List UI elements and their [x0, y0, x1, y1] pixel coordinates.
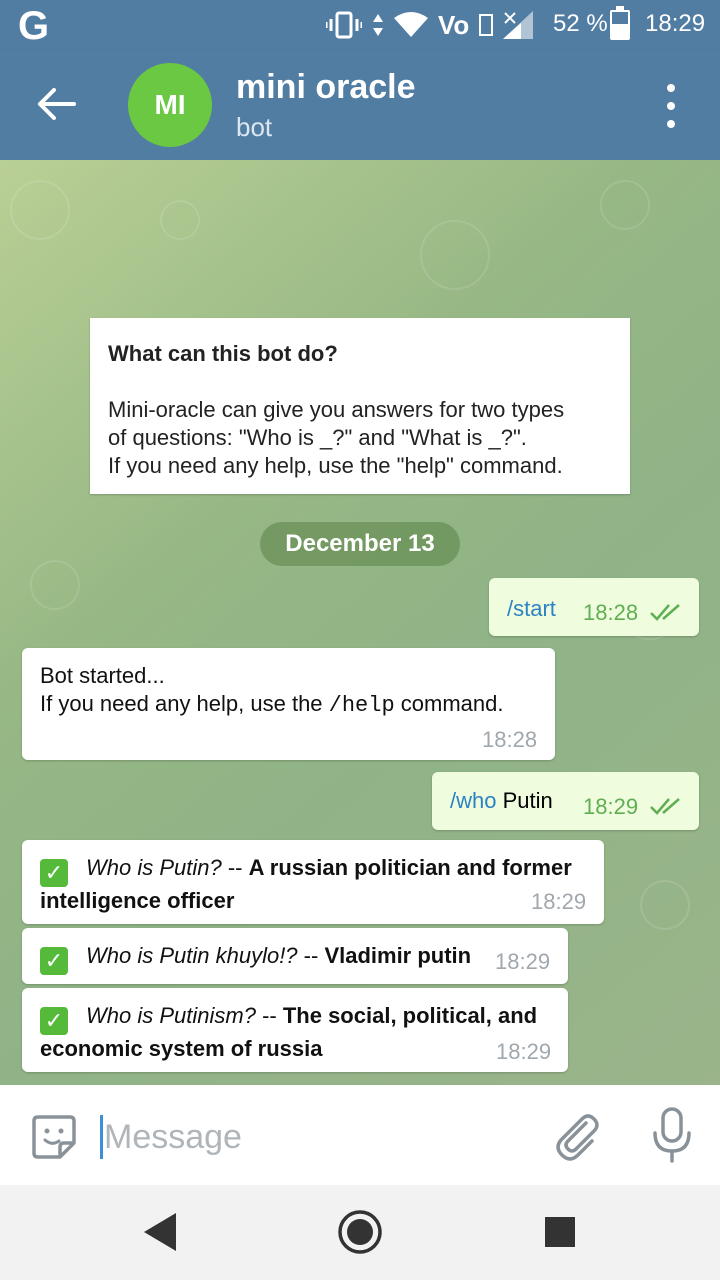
- message-time: 18:28: [482, 727, 538, 752]
- inline-code: /help: [328, 693, 395, 718]
- separator: --: [221, 855, 249, 880]
- message-text-line: ✓ Who is Putin? -- A russian politician a…: [40, 854, 586, 887]
- answer-text: Vladimir putin: [324, 943, 472, 968]
- message-text-line: ✓ Who is Putin khuylo!? -- Vladimir putin: [40, 942, 550, 975]
- vibrate-icon: [326, 11, 362, 39]
- check-mark-icon: ✓: [40, 1007, 68, 1035]
- message-text: command.: [394, 691, 504, 716]
- message-time: 18:29: [495, 949, 551, 974]
- command-link[interactable]: /start: [507, 596, 556, 622]
- lte-icon: [479, 14, 494, 36]
- message-text-line: ✓ Who is Putinism? -- The social, politic…: [40, 1002, 550, 1035]
- battery-icon: [610, 6, 630, 40]
- message-text-line: /who Putin: [450, 788, 553, 814]
- avatar[interactable]: MI: [128, 63, 212, 147]
- command-link[interactable]: /who: [450, 788, 496, 813]
- bot-description-line: If you need any help, use the "help" com…: [108, 453, 563, 478]
- chat-subtitle: bot: [236, 112, 273, 142]
- double-check-icon: [650, 798, 680, 815]
- bot-description-line: of questions: "Who is _?" and "What is _…: [108, 425, 527, 450]
- outgoing-message[interactable]: /start 18:28: [489, 578, 699, 636]
- nav-back-icon[interactable]: [136, 1207, 186, 1257]
- battery-percent: 52 %: [553, 10, 608, 37]
- chat-header: MI mini oracle bot: [0, 50, 720, 160]
- question-text: Who is Putin?: [86, 855, 222, 880]
- message-text-line: If you need any help, use the /help comm…: [40, 690, 537, 720]
- chat-area[interactable]: What can this bot do? Mini-oracle can gi…: [0, 160, 720, 1085]
- message-input[interactable]: [104, 1109, 524, 1165]
- sticker-icon[interactable]: [30, 1113, 78, 1161]
- separator: --: [297, 943, 325, 968]
- back-arrow-icon[interactable]: [34, 82, 78, 126]
- volte-icon: Vo: [438, 9, 470, 40]
- answer-text: A russian politician and former: [248, 855, 572, 880]
- nav-home-icon[interactable]: [335, 1207, 385, 1257]
- separator: --: [255, 1003, 283, 1028]
- message-text: Bot started...: [40, 663, 165, 688]
- wifi-icon: [394, 12, 428, 37]
- bot-description-line: Mini-oracle can give you answers for two…: [108, 397, 565, 422]
- more-options-icon[interactable]: [656, 84, 686, 128]
- bot-description-card: What can this bot do? Mini-oracle can gi…: [90, 318, 630, 494]
- incoming-message[interactable]: ✓ Who is Putinism? -- The social, politic…: [22, 988, 568, 1072]
- message-time: 18:28: [583, 600, 639, 625]
- answer-text: intelligence officer: [40, 888, 235, 913]
- incoming-message[interactable]: ✓ Who is Putin khuylo!? -- Vladimir putin…: [22, 928, 568, 984]
- status-time: 18:29: [645, 10, 706, 37]
- chat-title[interactable]: mini oracle: [236, 68, 416, 107]
- incoming-message[interactable]: ✓ Who is Putin? -- A russian politician a…: [22, 840, 604, 924]
- google-icon: G: [18, 4, 50, 48]
- paperclip-icon[interactable]: [552, 1109, 600, 1161]
- message-text: If you need any help, use the: [40, 691, 329, 716]
- answer-text: economic system of russia: [40, 1036, 323, 1061]
- microphone-icon[interactable]: [650, 1107, 694, 1163]
- signal-icon: [503, 11, 534, 39]
- date-separator: December 13: [260, 522, 460, 566]
- message-time: 18:29: [583, 794, 639, 819]
- incoming-message[interactable]: Bot started... If you need any help, use…: [22, 648, 555, 760]
- check-mark-icon: ✓: [40, 859, 68, 887]
- outgoing-message[interactable]: /who Putin 18:29: [432, 772, 699, 830]
- double-check-icon: [650, 604, 680, 621]
- nav-recents-icon[interactable]: [535, 1207, 585, 1257]
- system-navigation-bar: [0, 1185, 720, 1280]
- check-mark-icon: ✓: [40, 947, 68, 975]
- message-time: 18:29: [531, 889, 587, 914]
- data-arrows-icon: [373, 14, 383, 36]
- message-text: Putin: [496, 788, 553, 813]
- text-cursor: [100, 1115, 103, 1159]
- message-time: 18:29: [496, 1039, 552, 1064]
- status-bar: G Vo 52 % 18:29: [0, 0, 720, 50]
- question-text: Who is Putinism?: [86, 1003, 256, 1028]
- question-text: Who is Putin khuylo!?: [86, 943, 298, 968]
- message-composer: [0, 1085, 720, 1185]
- answer-text: The social, political, and: [282, 1003, 538, 1028]
- bot-description-title: What can this bot do?: [108, 341, 338, 366]
- status-icons: Vo: [326, 8, 534, 42]
